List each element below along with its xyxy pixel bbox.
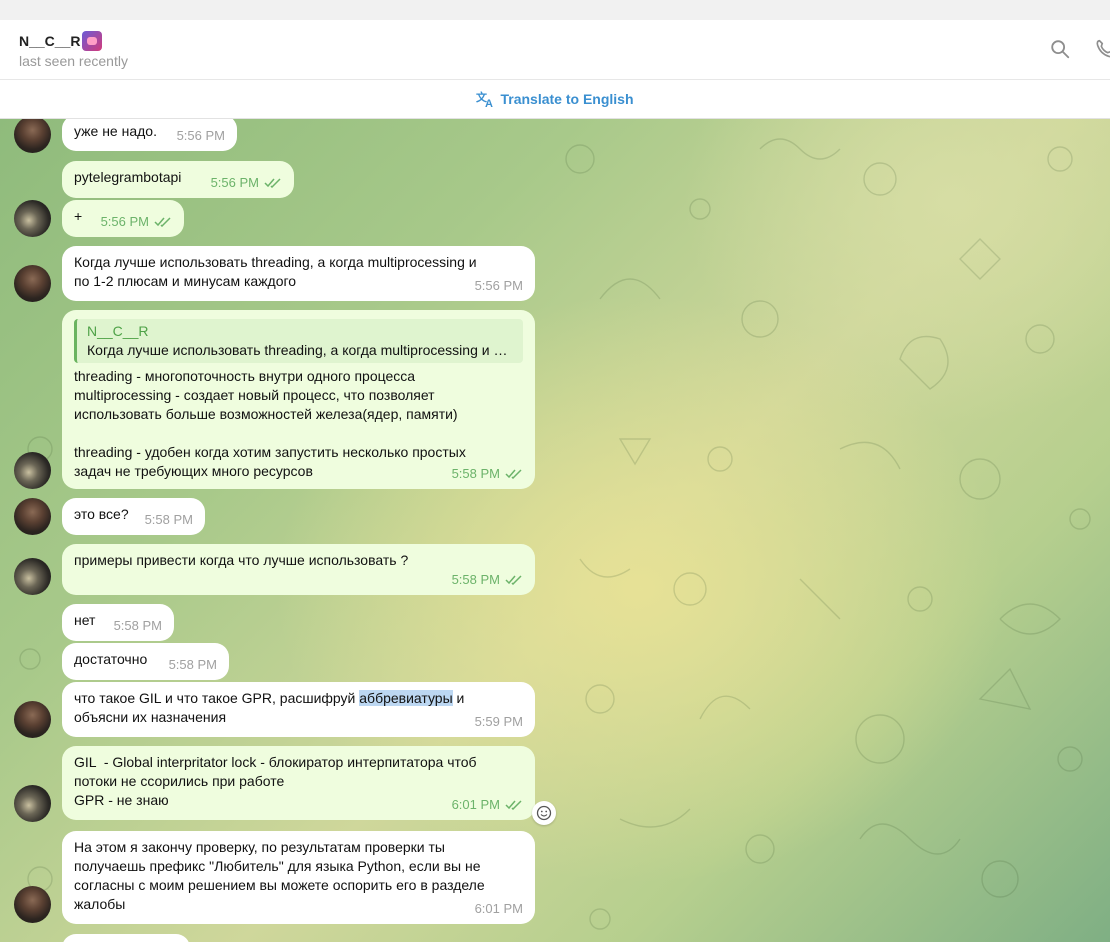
message-bubble-incoming[interactable]: что такое GIL и что такое GPR, расшифруй… [62, 682, 535, 737]
message-text: нет [74, 612, 96, 628]
message-bubble-incoming[interactable] [62, 934, 190, 942]
chat-status: last seen recently [19, 53, 128, 69]
message-time-wrap: 5:58 PM [452, 464, 523, 483]
message-bubble-outgoing[interactable]: pytelegrambotapi 5:56 PM [62, 161, 294, 198]
message-bubble-incoming[interactable]: достаточно 5:58 PM [62, 643, 229, 680]
reply-author: N__C__R [87, 323, 149, 339]
read-checkmarks-icon [505, 574, 522, 585]
message-time: 5:58 PM [113, 618, 162, 633]
message-time-wrap: 5:56 PM [101, 212, 172, 231]
message-text: На этом я закончу проверку, по результат… [74, 839, 485, 912]
avatar[interactable] [14, 498, 51, 535]
avatar[interactable] [14, 785, 51, 822]
reply-preview[interactable]: N__C__R Когда лучше использовать threadi… [74, 319, 523, 363]
chat-title[interactable]: N__C__R [19, 31, 103, 51]
message-text: уже не надо. [74, 123, 157, 139]
message-time-wrap: 5:58 PM [452, 570, 523, 589]
message-text: threading - многопоточность внутри одног… [74, 368, 466, 479]
message-time: 5:58 PM [144, 512, 193, 527]
message-bubble-incoming[interactable]: это все? 5:58 PM [62, 498, 205, 535]
message-text: + [74, 208, 83, 224]
phone-icon[interactable] [1094, 38, 1110, 60]
message-bubble-incoming[interactable]: На этом я закончу проверку, по результат… [62, 831, 535, 924]
message-text: примеры привести когда что лучше использ… [74, 552, 409, 568]
message-bubble-outgoing[interactable]: + 5:56 PM [62, 200, 184, 237]
chat-history[interactable]: уже не надо. 5:56 PM pytelegrambotapi 5:… [0, 119, 1110, 942]
message-time: 5:58 PM [451, 466, 500, 481]
read-checkmarks-icon [505, 799, 522, 810]
message-text-part: что такое GIL и что такое GPR, расшифруй [74, 690, 360, 706]
message-time: 5:56 PM [176, 128, 225, 143]
message-text: pytelegrambotapi [74, 169, 182, 185]
message-time: 5:59 PM [474, 714, 523, 729]
avatar[interactable] [14, 200, 51, 237]
selected-text: аббревиатуры [359, 690, 453, 706]
read-checkmarks-icon [264, 177, 281, 188]
message-bubble-outgoing[interactable]: GIL - Global interpritator lock - блокир… [62, 746, 535, 820]
message-time: 5:56 PM [100, 214, 149, 229]
message-text: достаточно [74, 651, 148, 667]
avatar[interactable] [14, 558, 51, 595]
message-time: 5:56 PM [474, 278, 523, 293]
smile-icon [536, 805, 552, 821]
message-bubble-incoming[interactable]: уже не надо. 5:56 PM [62, 119, 237, 151]
translate-icon: 文 A [476, 90, 493, 109]
message-text: это все? [74, 506, 129, 522]
message-time: 5:56 PM [210, 175, 259, 190]
message-time-wrap: 5:56 PM [211, 173, 282, 192]
message-time: 6:01 PM [451, 797, 500, 812]
svg-text:A: A [485, 98, 493, 109]
message-bubble-outgoing[interactable]: примеры привести когда что лучше использ… [62, 544, 535, 595]
message-text: GIL - Global interpritator lock - блокир… [74, 754, 477, 808]
message-bubble-incoming[interactable]: Когда лучше использовать threading, а ко… [62, 246, 535, 301]
read-checkmarks-icon [505, 468, 522, 479]
message-time: 5:58 PM [168, 657, 217, 672]
message-text: Когда лучше использовать threading, а ко… [74, 254, 477, 289]
message-time-wrap: 6:01 PM [452, 795, 523, 814]
message-time: 6:01 PM [474, 901, 523, 916]
avatar[interactable] [14, 701, 51, 738]
message-bubble-incoming[interactable]: нет 5:58 PM [62, 604, 174, 641]
avatar[interactable] [14, 886, 51, 923]
reaction-button[interactable] [532, 801, 556, 825]
reply-text: Когда лучше использовать threading, а ко… [87, 342, 515, 358]
avatar[interactable] [14, 452, 51, 489]
chat-name: N__C__R [19, 33, 81, 49]
message-text: что такое GIL и что такое GPR, расшифруй… [74, 690, 464, 725]
read-checkmarks-icon [154, 216, 171, 227]
window-top-strip [0, 0, 1110, 20]
translate-label: Translate to English [500, 91, 634, 107]
translate-bar[interactable]: 文 A Translate to English [0, 80, 1110, 119]
message-time: 5:58 PM [451, 572, 500, 587]
emoji-status-icon [82, 31, 103, 51]
search-icon[interactable] [1049, 38, 1071, 60]
message-bubble-outgoing[interactable]: N__C__R Когда лучше использовать threadi… [62, 310, 535, 489]
avatar[interactable] [14, 265, 51, 302]
chat-header: N__C__R last seen recently [0, 20, 1110, 80]
